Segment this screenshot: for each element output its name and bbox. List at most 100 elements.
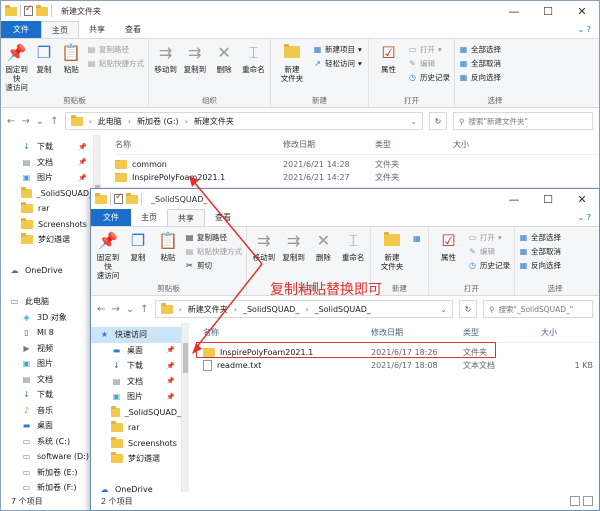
- paste-button[interactable]: 📋 粘贴: [155, 230, 181, 283]
- forward-arrow-icon[interactable]: →: [111, 304, 119, 315]
- sidebar-item[interactable]: ★ 快速访问: [91, 327, 181, 343]
- recent-locations-icon[interactable]: ⌄: [126, 304, 134, 315]
- chevron-down-icon[interactable]: ⌄: [410, 117, 417, 126]
- sidebar-item[interactable]: Screenshots: [1, 217, 93, 233]
- tab-view[interactable]: 查看: [115, 21, 151, 38]
- scrollbar-thumb[interactable]: [183, 343, 188, 373]
- paste-shortcut-button[interactable]: ▤ 粘贴快捷方式: [87, 58, 144, 69]
- table-row[interactable]: InspirePolyFoam2021.1 2021/6/21 14:27 文件…: [115, 171, 599, 184]
- select-all-button[interactable]: ▦ 全部选择: [519, 232, 561, 243]
- details-view-icon[interactable]: [570, 496, 580, 506]
- sidebar-item[interactable]: rar: [91, 420, 181, 436]
- properties-quick-icon[interactable]: [114, 192, 123, 204]
- delete-button[interactable]: ✕ 删除: [212, 42, 237, 95]
- tab-file[interactable]: 文件: [1, 21, 41, 38]
- recent-locations-icon[interactable]: ⌄: [36, 116, 44, 127]
- maximize-icon[interactable]: ☐: [531, 1, 565, 21]
- sidebar-item[interactable]: ◈ 3D 对象: [1, 310, 93, 326]
- minimize-icon[interactable]: —: [497, 189, 531, 209]
- address-bar[interactable]: › 此电脑 › 新加卷 (G:) › 新建文件夹 ⌄: [64, 112, 423, 130]
- sidebar-item[interactable]: _SolidSQUAD_: [1, 186, 93, 202]
- edit-button[interactable]: ✎ 编辑: [468, 246, 510, 257]
- properties-button[interactable]: ☑ 属性: [373, 42, 404, 95]
- sidebar-item[interactable]: ▬ 桌面 📌: [91, 343, 181, 359]
- move-to-button[interactable]: ⇉ 移动到: [153, 42, 178, 95]
- new-item-button[interactable]: ▦ 新建项目 ▾: [313, 44, 362, 55]
- large-icons-view-icon[interactable]: [583, 496, 593, 506]
- new-item-icon[interactable]: ▦: [413, 230, 421, 283]
- column-size[interactable]: 大小: [453, 139, 513, 150]
- table-row[interactable]: readme.txt 2021/6/17 18:08 文本文档 1 KB: [203, 359, 599, 372]
- close-icon[interactable]: ✕: [565, 189, 599, 209]
- select-all-button[interactable]: ▦ 全部选择: [459, 44, 501, 55]
- column-type[interactable]: 类型: [375, 139, 453, 150]
- search-input[interactable]: ⚲ 搜索"新建文件夹": [453, 112, 593, 130]
- breadcrumb-item[interactable]: _SolidSQUAD_: [243, 305, 299, 314]
- refresh-button[interactable]: ↻: [459, 300, 477, 318]
- invert-selection-button[interactable]: ▦ 反向选择: [519, 260, 561, 271]
- new-folder-quick-icon[interactable]: [36, 4, 48, 16]
- sidebar-item[interactable]: ↓ 下载: [1, 387, 93, 403]
- chevron-down-icon[interactable]: ⌄: [440, 305, 447, 314]
- column-size[interactable]: 大小: [541, 327, 593, 338]
- nav-scrollbar[interactable]: [181, 323, 189, 492]
- rename-button[interactable]: ⌶ 重命名: [241, 42, 266, 95]
- copy-to-button[interactable]: ⇉ 复制到: [182, 42, 207, 95]
- new-folder-quick-icon[interactable]: [126, 192, 138, 204]
- breadcrumb-item[interactable]: _SolidSQUAD_: [315, 305, 371, 314]
- move-to-button[interactable]: ⇉ 移动到: [251, 230, 277, 283]
- sidebar-item[interactable]: ▣ 图片: [1, 356, 93, 372]
- copy-button[interactable]: ❐ 复制: [125, 230, 151, 283]
- paste-shortcut-button[interactable]: ▤ 粘贴快捷方式: [185, 246, 242, 257]
- maximize-icon[interactable]: ☐: [531, 189, 565, 209]
- sidebar-item[interactable]: 梦幻遴選: [1, 232, 93, 248]
- breadcrumb-item[interactable]: 新加卷 (G:): [137, 116, 179, 127]
- sidebar-item[interactable]: ▶ 视频: [1, 341, 93, 357]
- minimize-icon[interactable]: —: [497, 1, 531, 21]
- help-icon[interactable]: ⌄ ?: [570, 21, 600, 38]
- column-date[interactable]: 修改日期: [283, 139, 375, 150]
- table-row[interactable]: common 2021/6/21 14:28 文件夹: [115, 158, 599, 171]
- invert-selection-button[interactable]: ▦ 反向选择: [459, 72, 501, 83]
- sidebar-item[interactable]: ▣ 图片 📌: [1, 170, 93, 186]
- pin-quick-access-button[interactable]: 📌 固定到快 速访问: [5, 42, 28, 95]
- sidebar-item[interactable]: ▤ 文档 📌: [91, 374, 181, 390]
- sidebar-item[interactable]: ▭ software (D:): [1, 449, 93, 465]
- tab-view[interactable]: 查看: [205, 209, 241, 226]
- tab-file[interactable]: 文件: [91, 209, 131, 226]
- open-button[interactable]: ▭ 打开 ▾: [468, 232, 510, 243]
- refresh-button[interactable]: ↻: [429, 112, 447, 130]
- sidebar-item[interactable]: ▤ 文档: [1, 372, 93, 388]
- sidebar-item[interactable]: ▭ 新加卷 (F:): [1, 480, 93, 492]
- sidebar-item[interactable]: 梦幻遴選: [91, 451, 181, 467]
- help-icon[interactable]: ⌄ ?: [570, 209, 600, 226]
- sidebar-item[interactable]: ▭ 新加卷 (E:): [1, 465, 93, 481]
- forward-arrow-icon[interactable]: →: [21, 116, 29, 127]
- properties-quick-icon[interactable]: [24, 4, 33, 16]
- up-arrow-icon[interactable]: ↑: [140, 304, 148, 315]
- sidebar-item[interactable]: rar: [1, 201, 93, 217]
- sidebar-item[interactable]: ↓ 下载 📌: [91, 358, 181, 374]
- copy-button[interactable]: ❐ 复制: [32, 42, 55, 95]
- sidebar-item[interactable]: ♪ 音乐: [1, 403, 93, 419]
- search-input[interactable]: ⚲ 搜索"_SolidSQUAD_": [483, 300, 593, 318]
- sidebar-item[interactable]: Screenshots: [91, 436, 181, 452]
- back-arrow-icon[interactable]: ←: [7, 116, 15, 127]
- sidebar-item[interactable]: ☁ OneDrive: [1, 263, 93, 279]
- paste-button[interactable]: 📋 粘贴: [60, 42, 83, 95]
- pin-quick-access-button[interactable]: 📌 固定到快 速访问: [95, 230, 121, 283]
- rename-button[interactable]: ⌶ 重命名: [340, 230, 366, 283]
- column-name[interactable]: 名称: [115, 139, 283, 150]
- select-none-button[interactable]: ▦ 全部取消: [519, 246, 561, 257]
- new-folder-button[interactable]: 新建 文件夹: [275, 42, 309, 95]
- back-arrow-icon[interactable]: ←: [97, 304, 105, 315]
- column-date[interactable]: 修改日期: [371, 327, 463, 338]
- breadcrumb-item[interactable]: 新建文件夹: [188, 304, 228, 315]
- column-type[interactable]: 类型: [463, 327, 541, 338]
- sidebar-item[interactable]: ▤ 文档 📌: [1, 155, 93, 171]
- history-button[interactable]: ◷ 历史记录: [408, 72, 450, 83]
- copy-to-button[interactable]: ⇉ 复制到: [281, 230, 307, 283]
- delete-button[interactable]: ✕ 删除: [311, 230, 337, 283]
- sidebar-item[interactable]: _SolidSQUAD_: [91, 405, 181, 421]
- tab-home[interactable]: 主页: [131, 209, 167, 226]
